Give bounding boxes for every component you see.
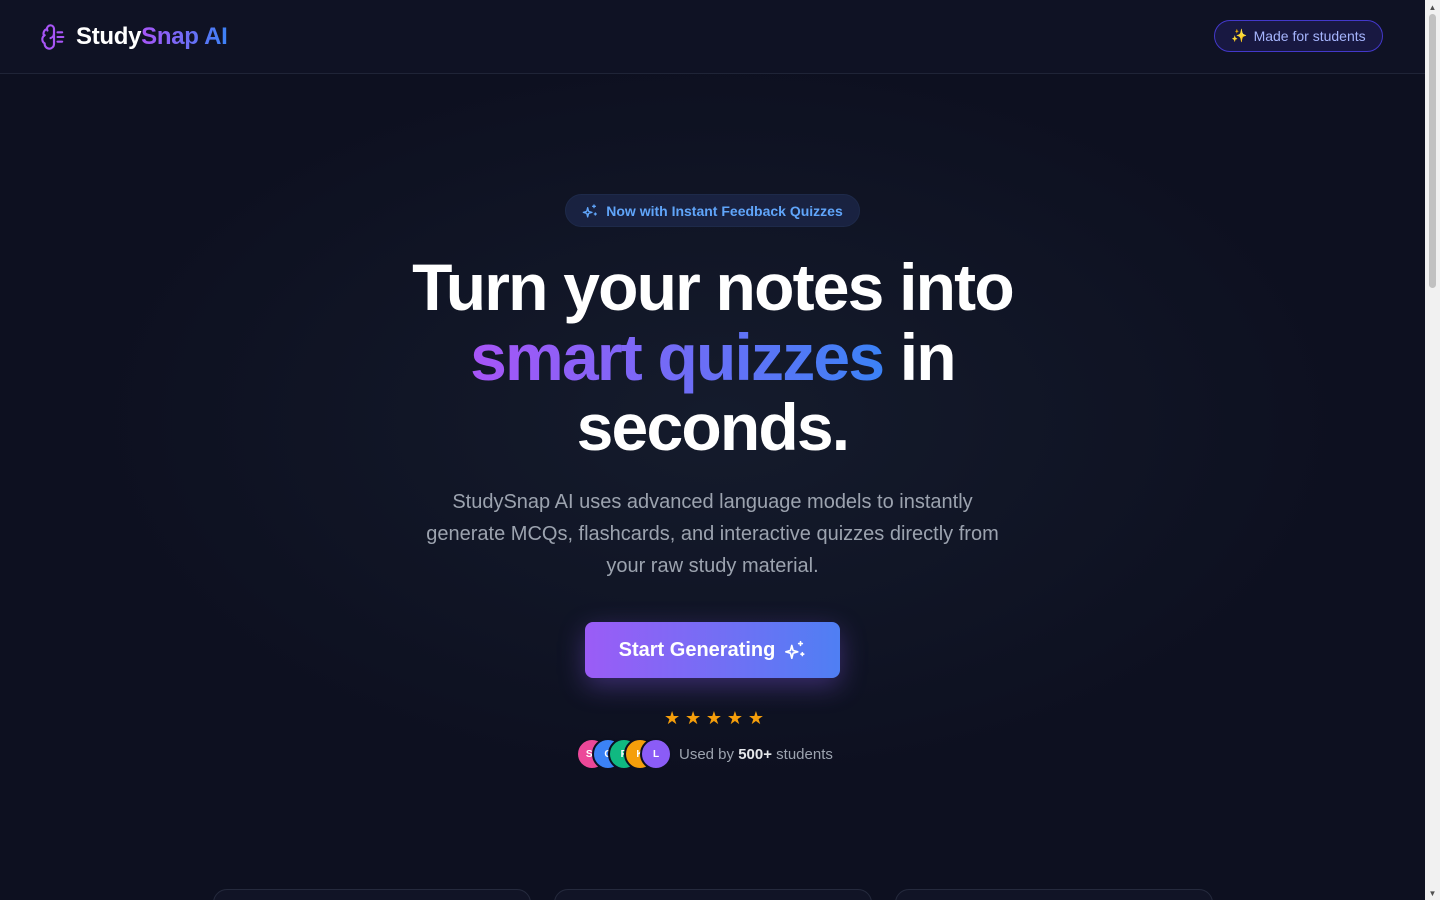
brand-logo[interactable]: StudySnap AI xyxy=(40,22,228,52)
used-by-prefix: Used by xyxy=(679,745,739,763)
sparkles-icon xyxy=(785,640,805,660)
start-generating-label: Start Generating xyxy=(618,638,776,661)
made-for-students-pill: ✨ Made for students xyxy=(1214,20,1383,52)
hero-title-line1: Turn your notes into xyxy=(412,250,1015,324)
star-icon: ★ xyxy=(726,708,743,728)
made-for-students-label: Made for students xyxy=(1253,28,1366,44)
feature-card xyxy=(213,889,531,900)
star-icon: ★ xyxy=(747,708,764,728)
sparkles-icon xyxy=(582,203,598,218)
used-by-suffix: students xyxy=(772,745,833,763)
hero-title-line3: seconds. xyxy=(576,390,851,464)
social-proof: SJCPKL Used by 500+ students xyxy=(576,738,833,770)
used-by-text: Used by 500+ students xyxy=(679,746,833,763)
feature-card xyxy=(895,889,1213,900)
feature-badge-label: Now with Instant Feedback Quizzes xyxy=(606,202,843,219)
scroll-down-arrow-icon[interactable]: ▼ xyxy=(1425,886,1440,900)
logo-text-snap-ai: Snap AI xyxy=(141,23,228,50)
hero-title-highlight: smart quizzes xyxy=(470,320,885,394)
rating-stars: ★ ★ ★ ★ ★ xyxy=(664,708,764,728)
feature-card xyxy=(554,889,872,900)
avatar: L xyxy=(640,738,672,770)
hero-title: Turn your notes into smart quizzes in se… xyxy=(360,252,1065,462)
feature-badge: Now with Instant Feedback Quizzes xyxy=(565,194,860,227)
used-by-count: 500+ xyxy=(738,745,772,763)
page-scrollbar[interactable]: ▲ ▼ xyxy=(1425,0,1440,900)
star-icon: ★ xyxy=(664,708,681,728)
scroll-up-arrow-icon[interactable]: ▲ xyxy=(1425,0,1440,14)
site-header: StudySnap AI ✨ Made for students xyxy=(0,0,1425,74)
brain-icon xyxy=(40,23,68,51)
hero-subtitle: StudySnap AI uses advanced language mode… xyxy=(426,491,999,577)
avatar-stack: SJCPKL xyxy=(576,738,672,770)
hero-title-after-highlight: in xyxy=(883,320,957,394)
star-icon: ★ xyxy=(705,708,723,728)
landing-page: StudySnap AI ✨ Made for students Now wit… xyxy=(0,0,1425,900)
logo-text-study: Study xyxy=(76,23,142,50)
scrollbar-thumb[interactable] xyxy=(1429,14,1436,288)
star-icon: ★ xyxy=(684,708,702,728)
sparkles-emoji-icon: ✨ xyxy=(1231,28,1248,43)
start-generating-button[interactable]: Start Generating xyxy=(585,622,840,678)
